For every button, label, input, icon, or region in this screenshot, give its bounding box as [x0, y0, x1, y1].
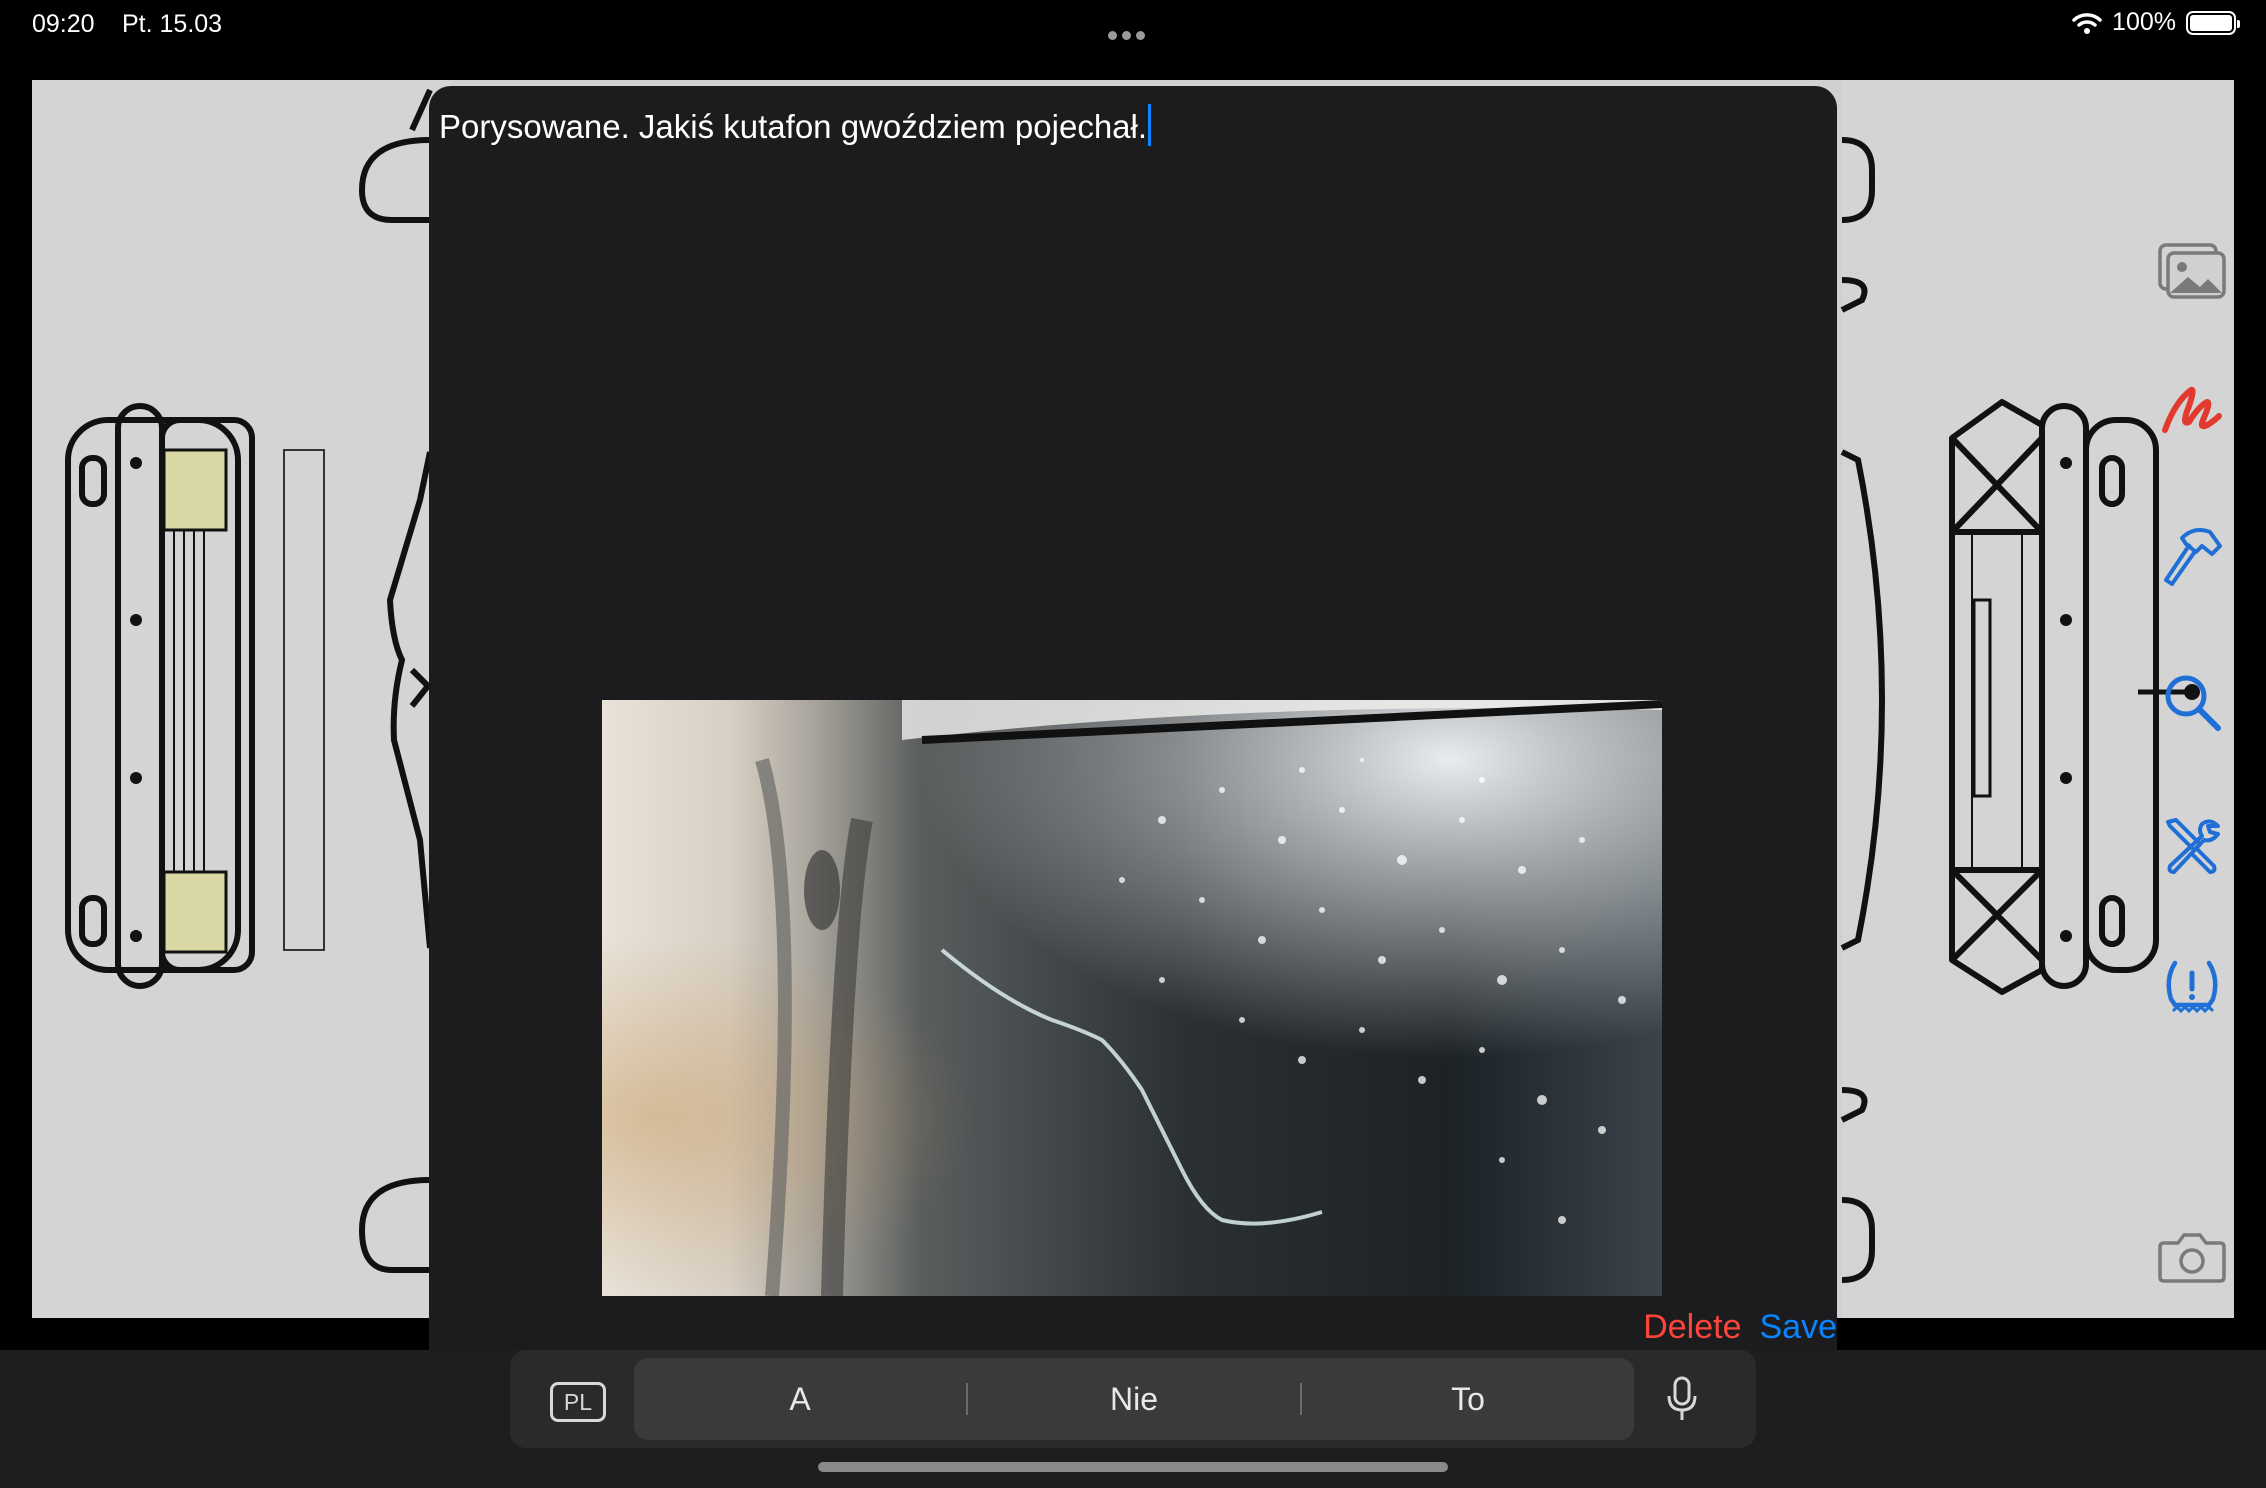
- keyboard-bar-panel: PL A Nie To: [510, 1350, 1756, 1448]
- battery-percent: 100%: [2112, 8, 2176, 36]
- multitasking-dots-icon[interactable]: [1108, 18, 1150, 47]
- camera-button[interactable]: [2158, 1222, 2226, 1290]
- status-time: 09:20: [32, 10, 95, 38]
- home-indicator[interactable]: [818, 1462, 1448, 1472]
- tire-pressure-icon: [2166, 960, 2218, 1014]
- battery-icon: [2186, 10, 2240, 35]
- hammer-button[interactable]: [2158, 522, 2226, 590]
- tool-palette: [2150, 80, 2234, 1318]
- search-button[interactable]: [2158, 668, 2226, 736]
- scribble-icon: [2162, 386, 2222, 433]
- note-editor-modal: Porysowane. Jakiś kutafon gwoździem poje…: [429, 86, 1837, 1356]
- camera-icon: [2158, 1233, 2226, 1283]
- status-date: Pt. 15.03: [122, 10, 223, 38]
- hammer-icon: [2164, 528, 2222, 586]
- status-bar: 09:20 Pt. 15.03 100%: [0, 0, 2266, 48]
- suggestion-3[interactable]: To: [1302, 1381, 1634, 1418]
- damage-photo-image: [602, 700, 1662, 1296]
- repair-tools-button[interactable]: [2158, 812, 2226, 880]
- wifi-icon: [2072, 12, 2102, 34]
- status-right: 100%: [2072, 8, 2240, 37]
- note-actions: Delete Save: [1643, 1308, 1837, 1347]
- search-icon: [2165, 675, 2221, 731]
- tire-pressure-button[interactable]: [2158, 952, 2226, 1020]
- gallery-button[interactable]: [2158, 238, 2226, 306]
- language-switch-button[interactable]: PL: [550, 1382, 606, 1422]
- microphone-icon: [1667, 1376, 1697, 1420]
- suggestion-1[interactable]: A: [634, 1381, 966, 1418]
- screen: 09:20 Pt. 15.03 100% Porysowane. Jakiś k…: [0, 0, 2266, 1488]
- dictation-button[interactable]: [1665, 1376, 1699, 1427]
- save-button[interactable]: Save: [1760, 1308, 1838, 1347]
- suggestion-2[interactable]: Nie: [968, 1381, 1300, 1418]
- repair-tools-icon: [2166, 818, 2220, 874]
- delete-button[interactable]: Delete: [1643, 1308, 1741, 1347]
- text-caret: [1148, 104, 1152, 146]
- predictive-suggestions: A Nie To: [634, 1358, 1634, 1440]
- gallery-icon: [2158, 243, 2226, 299]
- note-text: Porysowane. Jakiś kutafon gwoździem poje…: [439, 108, 1148, 145]
- note-text-area[interactable]: Porysowane. Jakiś kutafon gwoździem poje…: [439, 104, 1152, 146]
- scribble-button[interactable]: [2158, 376, 2226, 444]
- damage-photo[interactable]: [602, 700, 1662, 1296]
